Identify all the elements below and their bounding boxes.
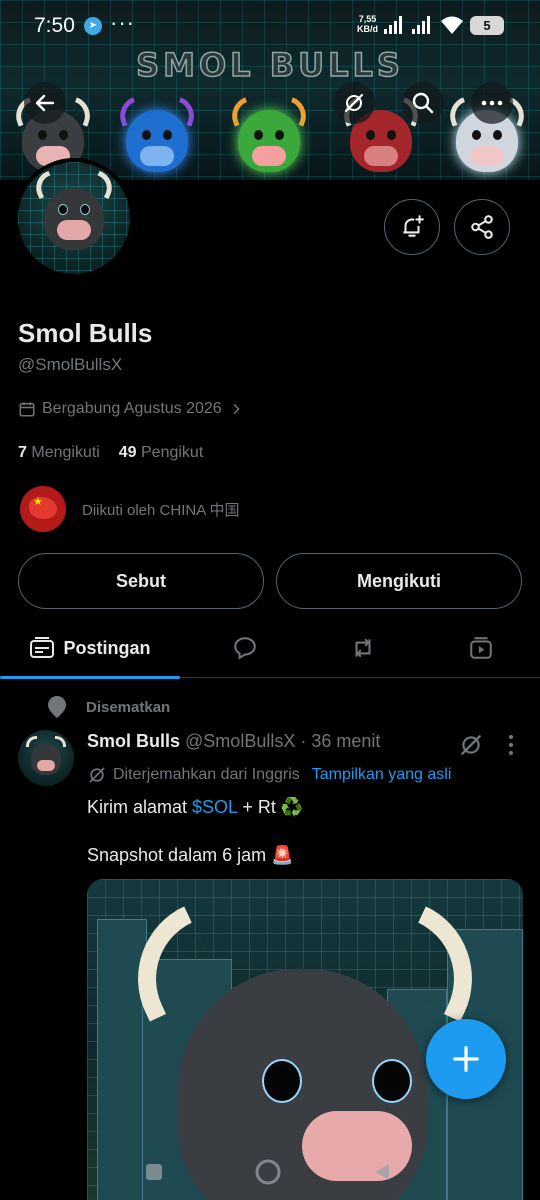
share-icon	[471, 215, 493, 239]
calendar-icon	[19, 402, 35, 417]
translation-row: Diterjemahkan dari Inggris Tampilkan yan…	[87, 765, 451, 785]
repost-icon	[355, 638, 371, 658]
translate-icon	[89, 767, 105, 783]
more-notifications-icon: ···	[110, 10, 135, 35]
system-navigation-bar	[0, 1140, 540, 1200]
search-icon	[412, 92, 434, 114]
mention-button[interactable]: Sebut	[18, 553, 264, 609]
telegram-icon: ➤	[84, 17, 102, 35]
search-button[interactable]	[402, 82, 444, 124]
translated-from: Diterjemahkan dari Inggris	[113, 766, 300, 783]
followers-link[interactable]: 49 Pengikut	[119, 444, 204, 461]
followers-label: Pengikut	[141, 444, 204, 461]
signal-2-icon	[412, 16, 434, 34]
tab-replies[interactable]	[200, 618, 290, 678]
show-original-link[interactable]: Tampilkan yang asli	[312, 766, 452, 784]
following-button[interactable]: Mengikuti	[276, 553, 522, 609]
compose-button[interactable]	[426, 1019, 506, 1099]
status-time: 7:50	[34, 14, 75, 37]
profile-tabs: Postingan	[0, 618, 540, 679]
active-tab-indicator	[0, 676, 180, 679]
network-speed: 7,55 KB/d	[357, 14, 378, 34]
bell-plus-icon	[403, 215, 424, 237]
reply-icon	[234, 637, 256, 660]
tweet-author-name[interactable]: Smol Bulls	[87, 731, 180, 751]
following-count: 7	[18, 444, 27, 461]
nav-recents-button[interactable]	[134, 1152, 174, 1192]
profile-handle: @SmolBullsX	[18, 355, 123, 374]
tweet-header: Smol Bulls @SmolBullsX · 36 menit	[87, 731, 380, 752]
pin-icon	[48, 696, 66, 718]
signal-icon	[384, 16, 406, 34]
profile-avatar[interactable]	[14, 158, 134, 278]
tab-posts-label: Postingan	[63, 637, 151, 658]
follower-avatar: ★	[20, 486, 66, 532]
status-bar: 7:50 ➤ ··· 7,55 KB/d 5	[0, 0, 540, 52]
wifi-icon	[441, 16, 463, 34]
posts-icon	[30, 637, 55, 658]
pinned-label: Disematkan	[86, 698, 171, 716]
video-icon	[470, 637, 492, 659]
recents-icon	[146, 1164, 162, 1180]
more-vertical-icon[interactable]	[501, 733, 521, 757]
pinned-indicator: Disematkan	[46, 694, 170, 720]
tweet-text-line-1: Kirim alamat $SOL + Rt ♻️	[87, 797, 304, 817]
tweet-author-avatar[interactable]	[18, 730, 74, 786]
followed-by[interactable]: ★ Diikuti oleh CHINA 中国	[20, 486, 240, 532]
followed-by-label: Diikuti oleh CHINA 中国	[82, 501, 240, 519]
following-label: Mengikuti	[31, 444, 100, 461]
cashtag-link[interactable]: $SOL	[192, 797, 237, 817]
profile-name: Smol Bulls	[18, 318, 153, 348]
tab-posts[interactable]: Postingan	[0, 618, 180, 679]
back-triangle-icon	[375, 1164, 389, 1180]
more-button[interactable]	[471, 82, 513, 124]
chevron-right-icon	[233, 403, 240, 415]
home-icon	[255, 1159, 281, 1185]
share-button[interactable]	[454, 199, 510, 255]
more-horizontal-icon	[481, 100, 503, 106]
arrow-left-icon	[35, 94, 55, 112]
grok-icon[interactable]	[458, 732, 484, 758]
tab-reposts[interactable]	[318, 618, 408, 678]
plus-icon	[453, 1046, 479, 1072]
grok-button[interactable]	[333, 82, 375, 124]
grok-icon	[344, 93, 364, 113]
joined-label: Bergabung Agustus 2026	[42, 400, 222, 417]
nav-back-button[interactable]	[362, 1152, 402, 1192]
banner-bull-green	[226, 97, 312, 180]
notifications-button[interactable]	[384, 199, 440, 255]
nav-home-button[interactable]	[248, 1152, 288, 1192]
tab-media[interactable]	[436, 618, 526, 678]
back-button[interactable]	[24, 82, 66, 124]
tweet-text-line-2: Snapshot dalam 6 jam 🚨	[87, 845, 294, 865]
followers-count: 49	[118, 444, 137, 461]
joined-date[interactable]: Bergabung Agustus 2026	[18, 400, 244, 418]
battery-icon: 5	[470, 16, 504, 35]
follow-stats: 7 Mengikuti 49 Pengikut	[18, 444, 203, 462]
tweet-meta: @SmolBullsX · 36 menit	[185, 731, 381, 751]
following-link[interactable]: 7 Mengikuti	[18, 444, 100, 461]
